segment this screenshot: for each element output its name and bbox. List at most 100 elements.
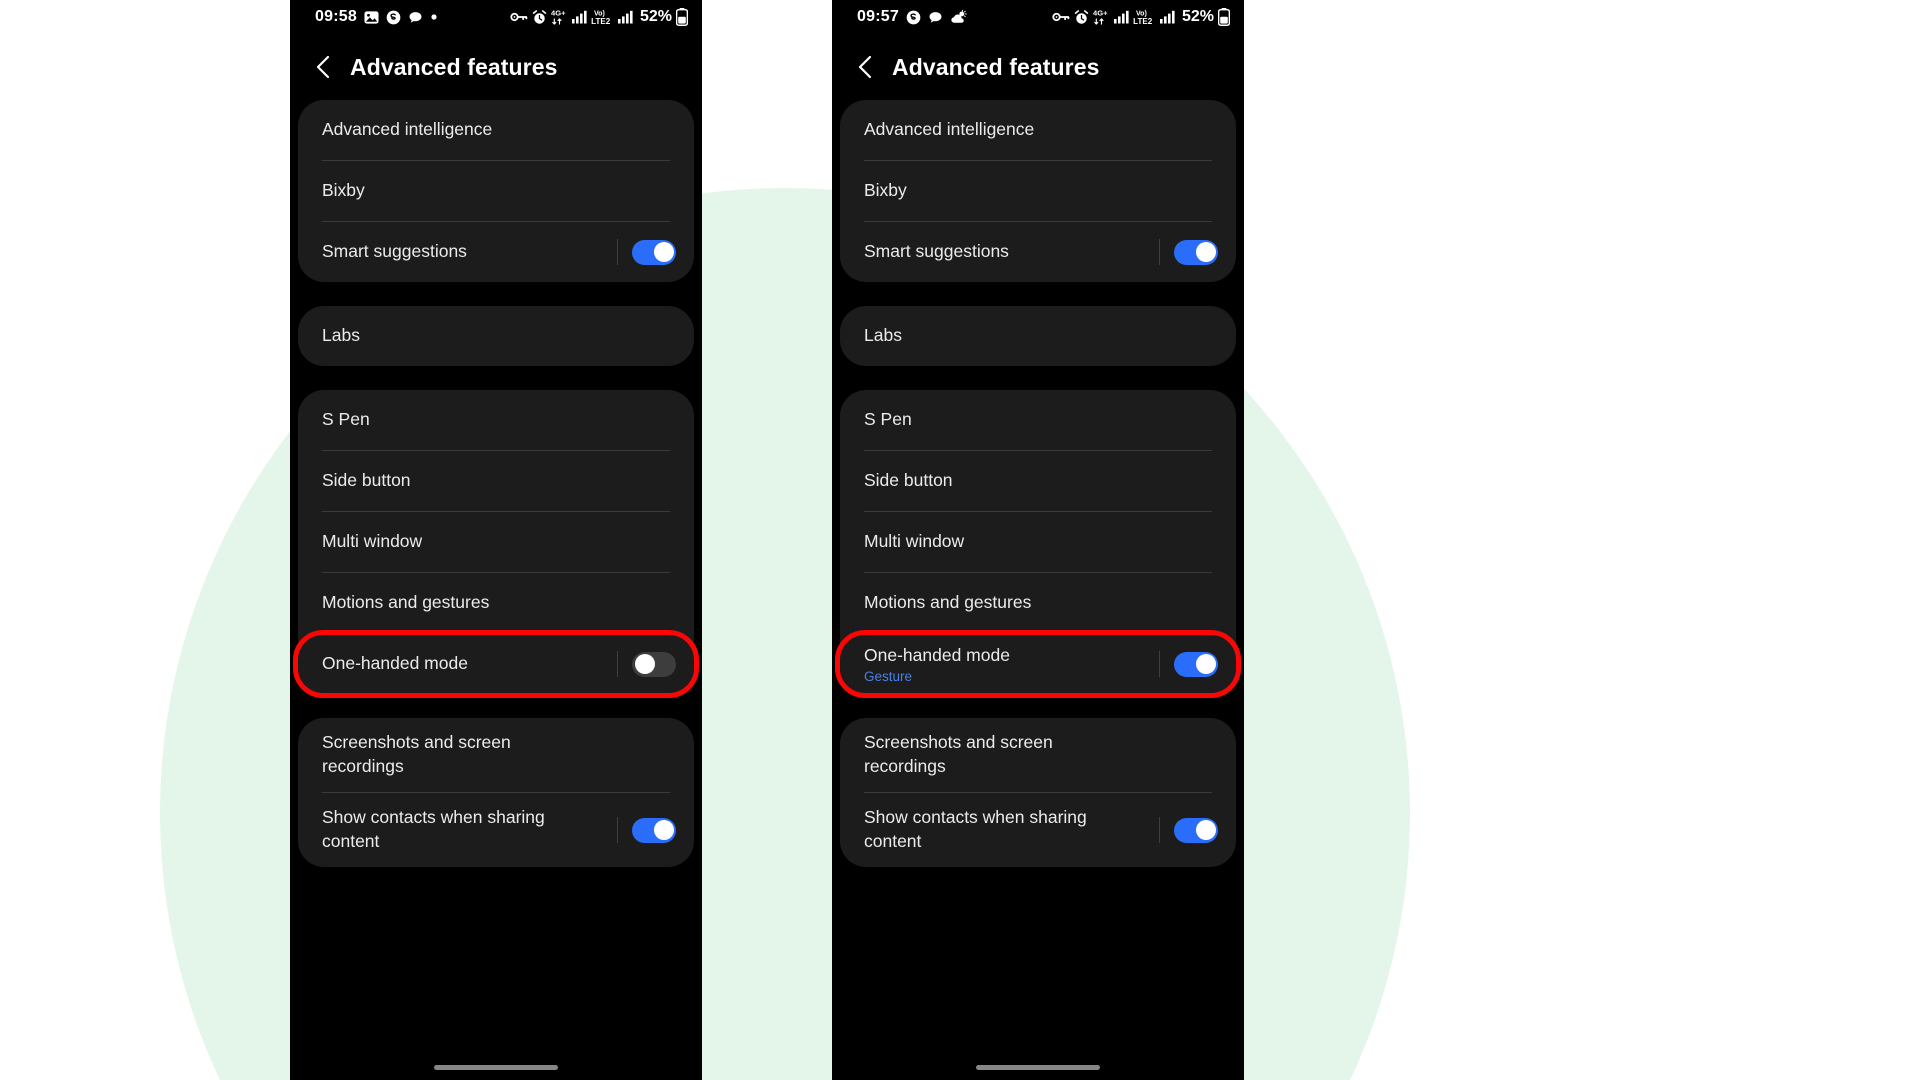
gallery-icon <box>364 10 379 25</box>
status-bar-clock: 09:58 <box>315 8 357 25</box>
settings-list: Advanced intelligence Bixby Smart suggesti… <box>832 100 1244 867</box>
settings-row-label: Screenshots and screen recordings <box>864 732 1053 776</box>
chevron-left-icon[interactable] <box>854 54 876 80</box>
row-text-block: Multi window <box>322 530 422 554</box>
settings-row[interactable]: S Pen <box>298 390 694 450</box>
settings-row[interactable]: Bixby <box>298 161 694 221</box>
battery-percent-label: 52% <box>1181 8 1214 25</box>
weather-cloud-icon <box>950 9 967 25</box>
page-title: Advanced features <box>350 53 558 80</box>
navigation-gesture-bar[interactable] <box>976 1065 1100 1070</box>
skype-icon <box>906 10 921 25</box>
settings-row[interactable]: One-handed mode Gesture <box>840 634 1236 694</box>
settings-row-label: Advanced intelligence <box>864 119 1035 140</box>
toggle-knob <box>653 242 674 262</box>
settings-row[interactable]: Advanced intelligence <box>840 100 1236 160</box>
chevron-left-icon[interactable] <box>312 54 334 80</box>
settings-row[interactable]: Advanced intelligence <box>298 100 694 160</box>
status-bar-left: 09:57 <box>857 9 967 25</box>
phone-screenshot-before: 09:58 4G+ Vo) LTE2 52% Advanced features Advan… <box>290 0 702 1080</box>
settings-group: S Pen Side button Multi window Motions and … <box>298 390 694 694</box>
settings-row[interactable]: S Pen <box>840 390 1236 450</box>
settings-row-label: Labs <box>322 325 360 346</box>
settings-row[interactable]: Motions and gestures <box>840 573 1236 633</box>
dot-icon <box>430 13 438 21</box>
toggle-knob <box>1195 654 1216 674</box>
row-text-block: Labs <box>322 324 360 348</box>
toggle-separator <box>617 651 618 677</box>
signal-bars-icon <box>617 10 633 24</box>
status-bar-clock: 09:57 <box>857 8 899 25</box>
row-text-block: Side button <box>322 469 411 493</box>
status-bar-left: 09:58 <box>315 9 438 25</box>
settings-row[interactable]: Multi window <box>840 512 1236 572</box>
settings-row-label: Motions and gestures <box>322 592 490 613</box>
app-bar: Advanced features <box>290 34 702 100</box>
volte-lte2-icon: Vo) LTE2 <box>1133 8 1156 26</box>
toggle-switch[interactable] <box>632 239 676 265</box>
battery-icon <box>676 8 688 26</box>
skype-icon <box>386 10 401 25</box>
row-text-block: Bixby <box>322 179 365 203</box>
settings-row[interactable]: Bixby <box>840 161 1236 221</box>
row-text-block: Bixby <box>864 179 907 203</box>
row-text-block: One-handed mode Gesture <box>864 644 1010 684</box>
settings-row[interactable]: Smart suggestions <box>298 222 694 282</box>
signal-bars-icon <box>571 10 587 24</box>
row-text-block: Motions and gestures <box>322 591 489 615</box>
svg-text:LTE2: LTE2 <box>1133 17 1153 26</box>
4g-plus-icon: 4G+ <box>551 8 568 26</box>
settings-row-label: Screenshots and screen recordings <box>322 732 511 776</box>
settings-row[interactable]: Screenshots and screen recordings <box>840 718 1236 792</box>
toggle-separator <box>1159 817 1160 843</box>
settings-row[interactable]: Screenshots and screen recordings <box>298 718 694 792</box>
status-bar-right: 4G+ Vo) LTE2 52% <box>510 8 688 26</box>
toggle-switch[interactable] <box>1174 817 1218 843</box>
toggle-container <box>617 651 676 677</box>
settings-group: Labs <box>840 306 1236 366</box>
settings-row-label: One-handed mode <box>864 645 1010 666</box>
toggle-switch[interactable] <box>1174 651 1218 677</box>
settings-group: Advanced intelligence Bixby Smart suggesti… <box>298 100 694 282</box>
status-bar-right: 4G+ Vo) LTE2 52% <box>1052 8 1230 26</box>
settings-row-label: Advanced intelligence <box>322 119 493 140</box>
page-title: Advanced features <box>892 53 1100 80</box>
toggle-switch[interactable] <box>632 651 676 677</box>
alarm-icon <box>1074 9 1089 25</box>
toggle-switch[interactable] <box>1174 239 1218 265</box>
toggle-switch[interactable] <box>632 817 676 843</box>
settings-row-label: Motions and gestures <box>864 592 1032 613</box>
settings-row[interactable]: Side button <box>298 451 694 511</box>
message-bubble-icon <box>928 10 943 25</box>
row-text-block: Advanced intelligence <box>864 118 1034 142</box>
settings-row[interactable]: Labs <box>840 306 1236 366</box>
battery-percent-label: 52% <box>639 8 672 25</box>
svg-text:LTE2: LTE2 <box>591 17 611 26</box>
app-bar: Advanced features <box>832 34 1244 100</box>
settings-row-label: Multi window <box>322 531 423 552</box>
signal-bars-icon <box>1159 10 1175 24</box>
settings-group: S Pen Side button Multi window Motions and … <box>840 390 1236 694</box>
settings-row[interactable]: Labs <box>298 306 694 366</box>
settings-row[interactable]: Smart suggestions <box>840 222 1236 282</box>
row-text-block: Multi window <box>864 530 964 554</box>
settings-row-label: Side button <box>864 470 953 491</box>
settings-row[interactable]: Show contacts when sharing content <box>298 793 694 867</box>
phone-screenshot-after: 09:57 4G+ Vo) LTE2 52% Advanced features Advan… <box>832 0 1244 1080</box>
navigation-gesture-bar[interactable] <box>434 1065 558 1070</box>
row-text-block: S Pen <box>322 408 370 432</box>
toggle-container <box>1159 817 1218 843</box>
settings-row[interactable]: Side button <box>840 451 1236 511</box>
toggle-knob <box>634 654 655 674</box>
settings-row[interactable]: One-handed mode <box>298 634 694 694</box>
settings-row-label: Bixby <box>864 180 907 201</box>
toggle-separator <box>1159 239 1160 265</box>
settings-group: Screenshots and screen recordings Show co… <box>840 718 1236 867</box>
toggle-container <box>1159 239 1218 265</box>
4g-plus-icon: 4G+ <box>1093 8 1110 26</box>
toggle-container <box>1159 651 1218 677</box>
settings-row[interactable]: Motions and gestures <box>298 573 694 633</box>
settings-row[interactable]: Multi window <box>298 512 694 572</box>
settings-row[interactable]: Show contacts when sharing content <box>840 793 1236 867</box>
vpn-key-icon <box>1052 11 1070 23</box>
